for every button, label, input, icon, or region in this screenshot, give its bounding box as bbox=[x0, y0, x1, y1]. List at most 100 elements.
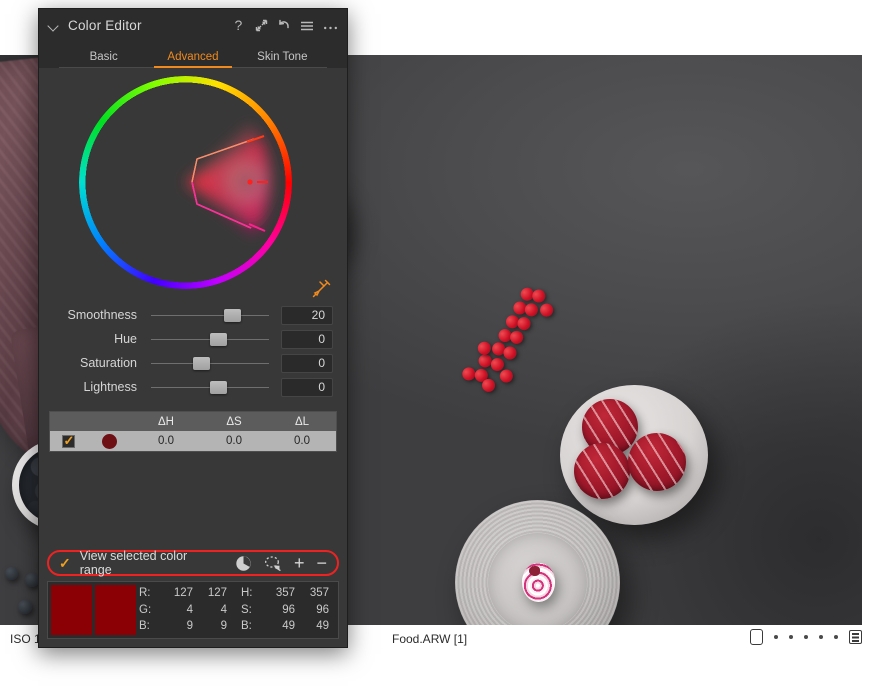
slider-value-hue[interactable]: 0 bbox=[281, 329, 333, 349]
slider-track-smoothness[interactable] bbox=[151, 306, 269, 324]
plate-well bbox=[488, 533, 587, 625]
slider-label-hue: Hue bbox=[114, 332, 137, 346]
column-header-dl: ΔL bbox=[294, 415, 310, 428]
slider-value-smoothness[interactable]: 20 bbox=[281, 305, 333, 325]
page-dot[interactable] bbox=[834, 635, 838, 639]
tab-basic[interactable]: Basic bbox=[59, 51, 148, 68]
more-icon[interactable] bbox=[323, 20, 338, 32]
list-view-icon[interactable] bbox=[849, 630, 862, 644]
slider-track-lightness[interactable] bbox=[151, 378, 269, 396]
page-dot[interactable] bbox=[774, 635, 778, 639]
status-bar-controls bbox=[750, 629, 862, 645]
readout-g-after: 4 bbox=[220, 603, 227, 616]
slider-thumb-lightness[interactable] bbox=[210, 381, 227, 394]
slider-value-saturation[interactable]: 0 bbox=[281, 353, 333, 373]
readout-r-before: 127 bbox=[173, 587, 193, 599]
loose-blueberry bbox=[18, 600, 32, 614]
color-picker-icon[interactable] bbox=[311, 277, 333, 299]
readout-h-after: 357 bbox=[309, 587, 329, 599]
table-row[interactable]: 0.0 0.0 0.0 bbox=[50, 431, 336, 451]
readout-label-s: S: bbox=[241, 603, 252, 616]
color-readout: R: G: B: 127 4 9 127 4 9 H: S: B: 357 96… bbox=[47, 581, 339, 639]
slider-label-saturation: Saturation bbox=[80, 356, 137, 370]
readout-label-g: G: bbox=[139, 603, 152, 616]
add-color-range-button[interactable]: + bbox=[294, 554, 305, 572]
panel-title: Color Editor bbox=[68, 18, 142, 33]
column-header-ds: ΔS bbox=[226, 415, 242, 428]
panel-header-icons: ? bbox=[233, 18, 338, 33]
macaron-plate bbox=[560, 385, 708, 525]
color-range-selection[interactable] bbox=[79, 76, 292, 289]
panel-header: Color Editor ? bbox=[39, 9, 347, 42]
view-selected-color-range-bar: ✓ View selected color range + − bbox=[47, 549, 339, 577]
slider-thumb-saturation[interactable] bbox=[193, 357, 211, 370]
remove-color-range-button[interactable]: − bbox=[316, 554, 327, 572]
readout-values: R: G: B: 127 4 9 127 4 9 H: S: B: 357 96… bbox=[139, 585, 335, 635]
readout-b-before-hsb: 49 bbox=[282, 620, 295, 632]
readout-g-before: 4 bbox=[186, 603, 193, 616]
readout-hsb-labels: H: S: B: bbox=[241, 586, 261, 634]
slider-track-saturation[interactable] bbox=[151, 354, 269, 372]
table-header-row: ΔH ΔS ΔL bbox=[50, 412, 336, 431]
readout-rgb-labels: R: G: B: bbox=[139, 586, 159, 634]
iso-readout: ISO 1 bbox=[10, 632, 41, 646]
readout-rgb-before: 127 4 9 bbox=[159, 586, 193, 634]
row-value-dh[interactable]: 0.0 bbox=[132, 435, 200, 447]
crop-rect-icon[interactable] bbox=[750, 629, 763, 645]
range-bar-icons: + − bbox=[235, 554, 327, 572]
panel-bottom-controls: ✓ View selected color range + − R: G: B:… bbox=[39, 549, 347, 647]
readout-hsb-before: 357 96 49 bbox=[261, 586, 295, 634]
slider-row-lightness: Lightness 0 bbox=[53, 375, 333, 399]
readout-s-after: 96 bbox=[316, 603, 329, 616]
slider-track-hue[interactable] bbox=[151, 330, 269, 348]
macaron bbox=[628, 433, 686, 491]
readout-swatch-after bbox=[95, 585, 136, 635]
page-dot[interactable] bbox=[789, 635, 793, 639]
color-range-pie-icon[interactable] bbox=[235, 555, 252, 572]
row-value-ds[interactable]: 0.0 bbox=[200, 435, 268, 447]
row-value-dl[interactable]: 0.0 bbox=[268, 435, 336, 447]
svg-text:?: ? bbox=[235, 18, 243, 33]
readout-rgb-after: 127 4 9 bbox=[193, 586, 227, 634]
color-swatch-dot[interactable] bbox=[101, 433, 117, 449]
readout-h-before: 357 bbox=[275, 587, 295, 599]
page-dot[interactable] bbox=[804, 635, 808, 639]
color-wheel-area bbox=[39, 68, 347, 303]
loose-blueberry bbox=[25, 573, 39, 587]
tab-skin-tone[interactable]: Skin Tone bbox=[238, 51, 327, 68]
readout-b-after: 9 bbox=[220, 620, 227, 632]
view-range-checkmark-icon[interactable]: ✓ bbox=[59, 556, 71, 570]
color-editor-panel: Color Editor ? Basic Advanced Skin Tone … bbox=[38, 8, 348, 648]
slider-row-hue: Hue 0 bbox=[53, 327, 333, 351]
slider-value-lightness[interactable]: 0 bbox=[281, 377, 333, 397]
slider-thumb-hue[interactable] bbox=[210, 333, 227, 346]
reset-icon[interactable] bbox=[277, 19, 291, 33]
help-icon[interactable]: ? bbox=[233, 18, 246, 33]
chevron-down-icon[interactable] bbox=[48, 19, 61, 32]
row-enable-cell[interactable] bbox=[50, 433, 86, 449]
readout-s-before: 96 bbox=[282, 603, 295, 616]
readout-swatch-before bbox=[51, 585, 92, 635]
column-header-dh: ΔH bbox=[158, 415, 174, 428]
page-dot[interactable] bbox=[819, 635, 823, 639]
readout-label-b: B: bbox=[139, 620, 150, 632]
app-root: ISO 1 Food.ARW [1] Color Editor ? Basic … bbox=[0, 0, 874, 686]
color-range-table: ΔH ΔS ΔL 0.0 0.0 0.0 bbox=[49, 411, 337, 452]
menu-icon[interactable] bbox=[300, 20, 314, 32]
readout-label-b2: B: bbox=[241, 620, 252, 632]
view-selected-color-range-label[interactable]: View selected color range bbox=[80, 549, 220, 577]
meringue bbox=[521, 562, 556, 603]
macaron bbox=[574, 443, 630, 499]
slider-label-smoothness: Smoothness bbox=[67, 308, 137, 322]
tab-advanced[interactable]: Advanced bbox=[148, 51, 237, 68]
slider-row-saturation: Saturation 0 bbox=[53, 351, 333, 375]
row-swatch-cell[interactable] bbox=[86, 433, 132, 449]
row-checkbox[interactable] bbox=[61, 433, 75, 449]
loose-blueberry bbox=[5, 567, 18, 580]
expand-icon[interactable] bbox=[255, 19, 268, 32]
lasso-picker-icon[interactable] bbox=[264, 555, 282, 572]
slider-thumb-smoothness[interactable] bbox=[224, 309, 242, 322]
sliders-group: Smoothness 20 Hue 0 Saturation 0 Lightne… bbox=[39, 303, 347, 399]
readout-b-before: 9 bbox=[186, 620, 193, 632]
slider-row-smoothness: Smoothness 20 bbox=[53, 303, 333, 327]
